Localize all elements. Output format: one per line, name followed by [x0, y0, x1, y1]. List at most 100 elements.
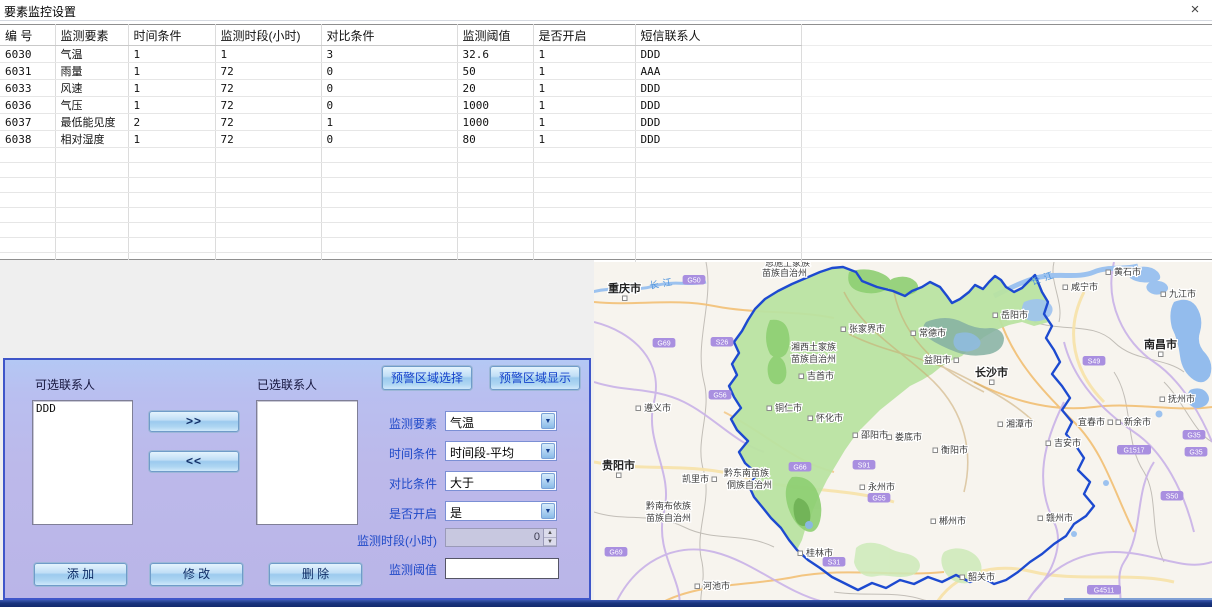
table-cell	[635, 238, 801, 253]
column-header[interactable]: 监测阈值	[457, 25, 533, 46]
table-row[interactable]	[0, 238, 1212, 253]
map-city-label: 铜仁市	[775, 402, 802, 413]
table-cell	[128, 148, 215, 163]
table-cell: 1	[533, 114, 635, 131]
column-header[interactable]: 监测要素	[55, 25, 128, 46]
config-zone: 可选联系人 DDD 已选联系人 >> << 预警区域选择 预警区域显示 监测要素…	[0, 260, 594, 607]
table-row[interactable]: 6036气压172010001DDD	[0, 97, 1212, 114]
table-cell	[457, 163, 533, 178]
road-badge-label: G50	[687, 278, 700, 285]
table-cell	[321, 238, 457, 253]
table-cell: 1000	[457, 114, 533, 131]
table-cell: 1	[128, 46, 215, 63]
table-row[interactable]	[0, 178, 1212, 193]
table-cell	[321, 208, 457, 223]
move-left-button[interactable]: <<	[149, 451, 239, 472]
chevron-down-icon[interactable]: ▼	[541, 503, 555, 519]
compare-condition-value: 大于	[450, 474, 474, 491]
table-row[interactable]	[0, 193, 1212, 208]
column-header[interactable]: 时间条件	[128, 25, 215, 46]
warning-area-select-button[interactable]: 预警区域选择	[382, 366, 472, 390]
table-cell	[55, 148, 128, 163]
city-marker-icon	[993, 313, 998, 318]
chevron-down-icon[interactable]: ▼	[541, 473, 555, 489]
table-cell	[533, 208, 635, 223]
table-row[interactable]: 6030气温11332.61DDD	[0, 46, 1212, 63]
table-row[interactable]	[0, 163, 1212, 178]
map-panel[interactable]: 重庆市恩施土家族苗族自治州黄石市咸宁市九江市岳阳市张家界市常德市南昌市益阳市长沙…	[594, 262, 1212, 607]
column-header[interactable]: 编 号	[0, 25, 55, 46]
table-cell	[635, 178, 801, 193]
bottom-status-strip	[0, 600, 1212, 607]
city-marker-icon	[998, 422, 1003, 427]
element-monitoring-settings-window: 要素监控设置 × 编 号监测要素时间条件监测时段(小时)对比条件监测阈值是否开启…	[0, 0, 1212, 607]
chevron-down-icon[interactable]: ▼	[541, 413, 555, 429]
enabled-dropdown[interactable]: 是 ▼	[445, 501, 557, 521]
table-cell: 0	[321, 97, 457, 114]
element-dropdown[interactable]: 气温 ▼	[445, 411, 557, 431]
column-header[interactable]: 短信联系人	[635, 25, 801, 46]
city-marker-icon	[623, 296, 628, 301]
threshold-input[interactable]	[445, 558, 559, 579]
map-city-label: 新余市	[1124, 416, 1151, 427]
table-cell	[0, 223, 55, 238]
table-row[interactable]	[0, 223, 1212, 238]
table-cell: 72	[215, 97, 321, 114]
city-marker-icon	[1046, 441, 1051, 446]
road-badge-label: G4511	[1094, 588, 1115, 595]
move-right-button[interactable]: >>	[149, 411, 239, 432]
table-cell	[128, 163, 215, 178]
available-contacts-listbox[interactable]: DDD	[32, 400, 133, 525]
element-value: 气温	[450, 414, 474, 431]
spin-up-icon[interactable]: ▲	[544, 529, 556, 538]
modify-button[interactable]: 修 改	[150, 563, 243, 586]
table-cell: 0	[321, 63, 457, 80]
delete-button[interactable]: 删 除	[269, 563, 362, 586]
table-cell: 6038	[0, 131, 55, 148]
table-cell: 相对湿度	[55, 131, 128, 148]
table-cell: 1	[128, 63, 215, 80]
table-cell	[0, 238, 55, 253]
road-badge-label: S91	[858, 463, 871, 470]
spin-down-icon[interactable]: ▼	[544, 538, 556, 547]
road-badge-label: G69	[657, 341, 670, 348]
period-spinner[interactable]: 0 ▲ ▼	[445, 528, 557, 547]
close-icon[interactable]: ×	[1186, 1, 1204, 19]
table-row[interactable]: 6031雨量1720501AAA	[0, 63, 1212, 80]
warning-area-show-button[interactable]: 预警区域显示	[490, 366, 580, 390]
map-city-label: 宜春市	[1078, 416, 1105, 427]
table-cell	[321, 178, 457, 193]
table-header-row: 编 号监测要素时间条件监测时段(小时)对比条件监测阈值是否开启短信联系人	[0, 25, 1212, 46]
column-header[interactable]: 监测时段(小时)	[215, 25, 321, 46]
add-button[interactable]: 添 加	[34, 563, 127, 586]
table-row[interactable]	[0, 148, 1212, 163]
table-row[interactable]	[0, 208, 1212, 223]
table-cell	[457, 178, 533, 193]
road-badge-label: G66	[793, 465, 806, 472]
city-marker-icon	[853, 433, 858, 438]
compare-condition-dropdown[interactable]: 大于 ▼	[445, 471, 557, 491]
table-body: 6030气温11332.61DDD6031雨量1720501AAA6033风速1…	[0, 46, 1212, 268]
table-cell: DDD	[635, 80, 801, 97]
table-cell	[215, 193, 321, 208]
table-cell: DDD	[635, 46, 801, 63]
time-condition-dropdown[interactable]: 时间段-平均 ▼	[445, 441, 557, 461]
table-cell	[635, 148, 801, 163]
table-cell: 72	[215, 114, 321, 131]
table-cell: 72	[215, 131, 321, 148]
city-marker-icon	[933, 448, 938, 453]
available-contacts-label: 可选联系人	[35, 376, 95, 393]
table-cell: DDD	[635, 131, 801, 148]
map-city-label: 永州市	[868, 481, 895, 492]
list-item[interactable]: DDD	[33, 401, 132, 416]
column-header[interactable]: 是否开启	[533, 25, 635, 46]
chevron-down-icon[interactable]: ▼	[541, 443, 555, 459]
map-city-label: 黔东南苗族	[724, 467, 769, 478]
city-marker-icon	[799, 374, 804, 379]
table-row[interactable]: 6033风速1720201DDD	[0, 80, 1212, 97]
table-row[interactable]: 6038相对湿度1720801DDD	[0, 131, 1212, 148]
table-cell: 50	[457, 63, 533, 80]
table-cell	[801, 193, 1212, 208]
column-header[interactable]: 对比条件	[321, 25, 457, 46]
table-row[interactable]: 6037最低能见度272110001DDD	[0, 114, 1212, 131]
